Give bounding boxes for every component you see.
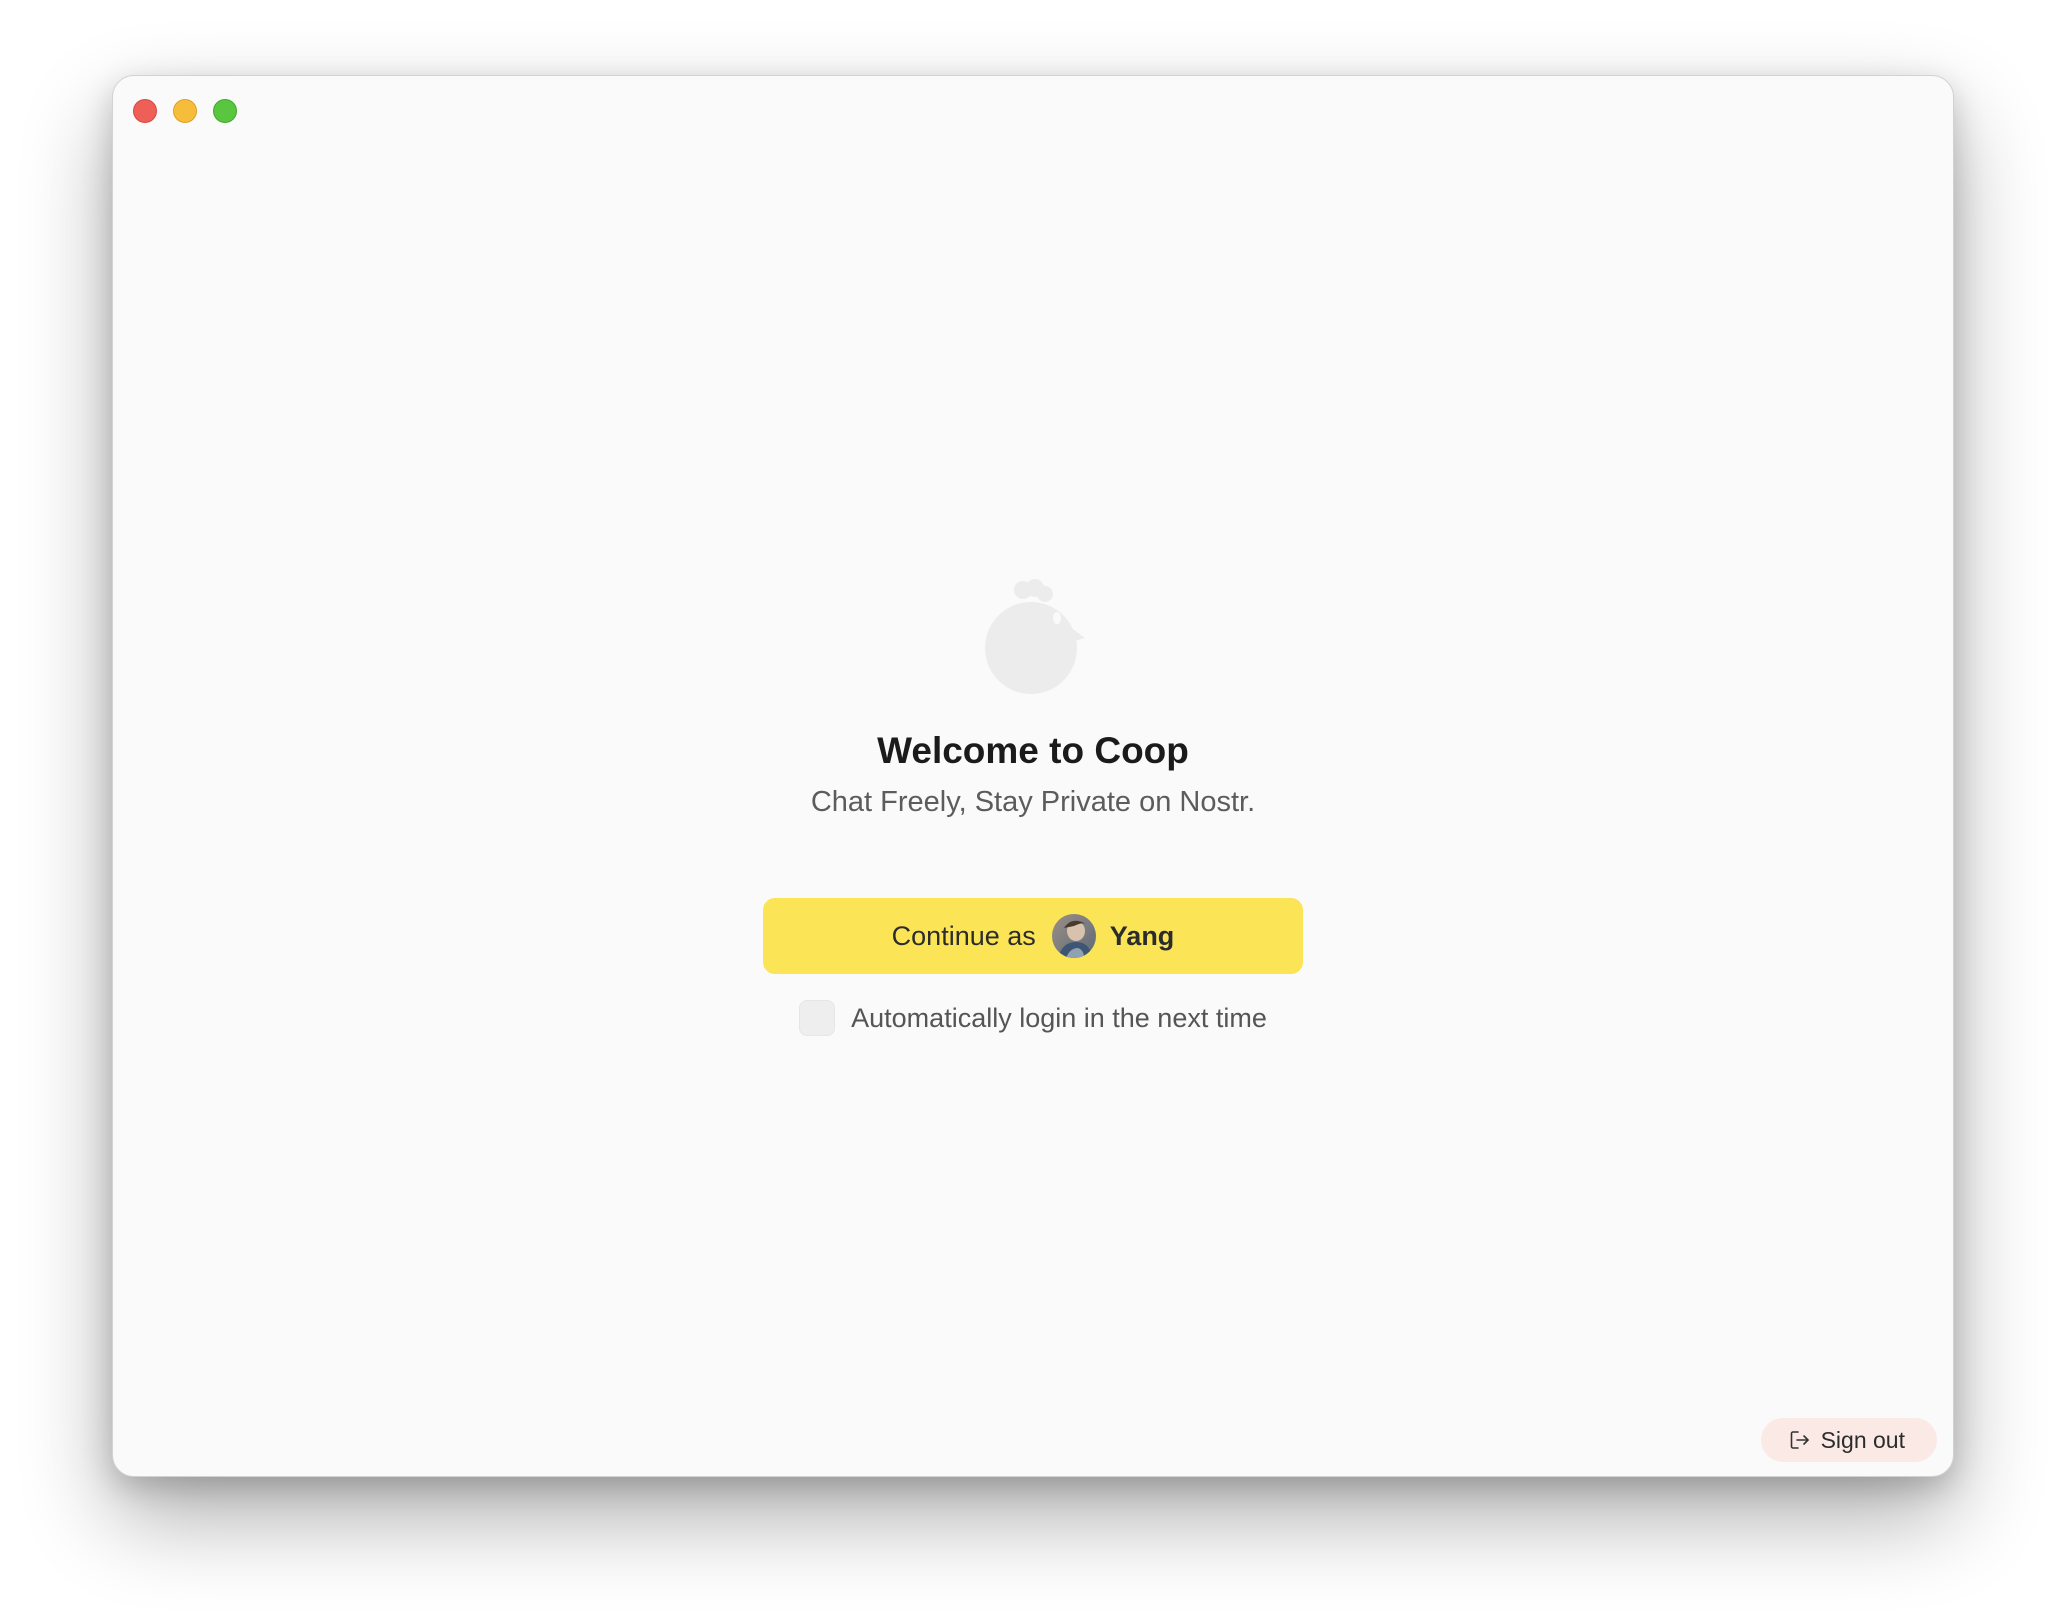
user-name: Yang bbox=[1109, 920, 1175, 951]
auto-login-checkbox[interactable] bbox=[799, 1000, 836, 1036]
logout-icon bbox=[1790, 1431, 1809, 1449]
sign-out-label: Sign out bbox=[1820, 1426, 1905, 1453]
user-avatar bbox=[1051, 914, 1096, 958]
close-window-button[interactable] bbox=[133, 99, 157, 123]
minimize-window-button[interactable] bbox=[173, 99, 197, 123]
page-subtitle: Chat Freely, Stay Private on Nostr. bbox=[810, 786, 1256, 818]
zoom-window-button[interactable] bbox=[213, 99, 237, 123]
app-window: Welcome to Coop Chat Freely, Stay Privat… bbox=[112, 75, 1954, 1477]
window-controls bbox=[133, 99, 237, 123]
welcome-panel: Welcome to Coop Chat Freely, Stay Privat… bbox=[113, 576, 1953, 1036]
page-title: Welcome to Coop bbox=[877, 730, 1189, 771]
chicken-logo-icon bbox=[985, 579, 1085, 694]
auto-login-label[interactable]: Automatically login in the next time bbox=[851, 1003, 1267, 1034]
continue-label: Continue as bbox=[891, 920, 1036, 951]
sign-out-button[interactable]: Sign out bbox=[1760, 1418, 1937, 1462]
auto-login-row[interactable]: Automatically login in the next time bbox=[799, 1000, 1267, 1036]
continue-as-button[interactable]: Continue as Yang bbox=[763, 898, 1303, 974]
